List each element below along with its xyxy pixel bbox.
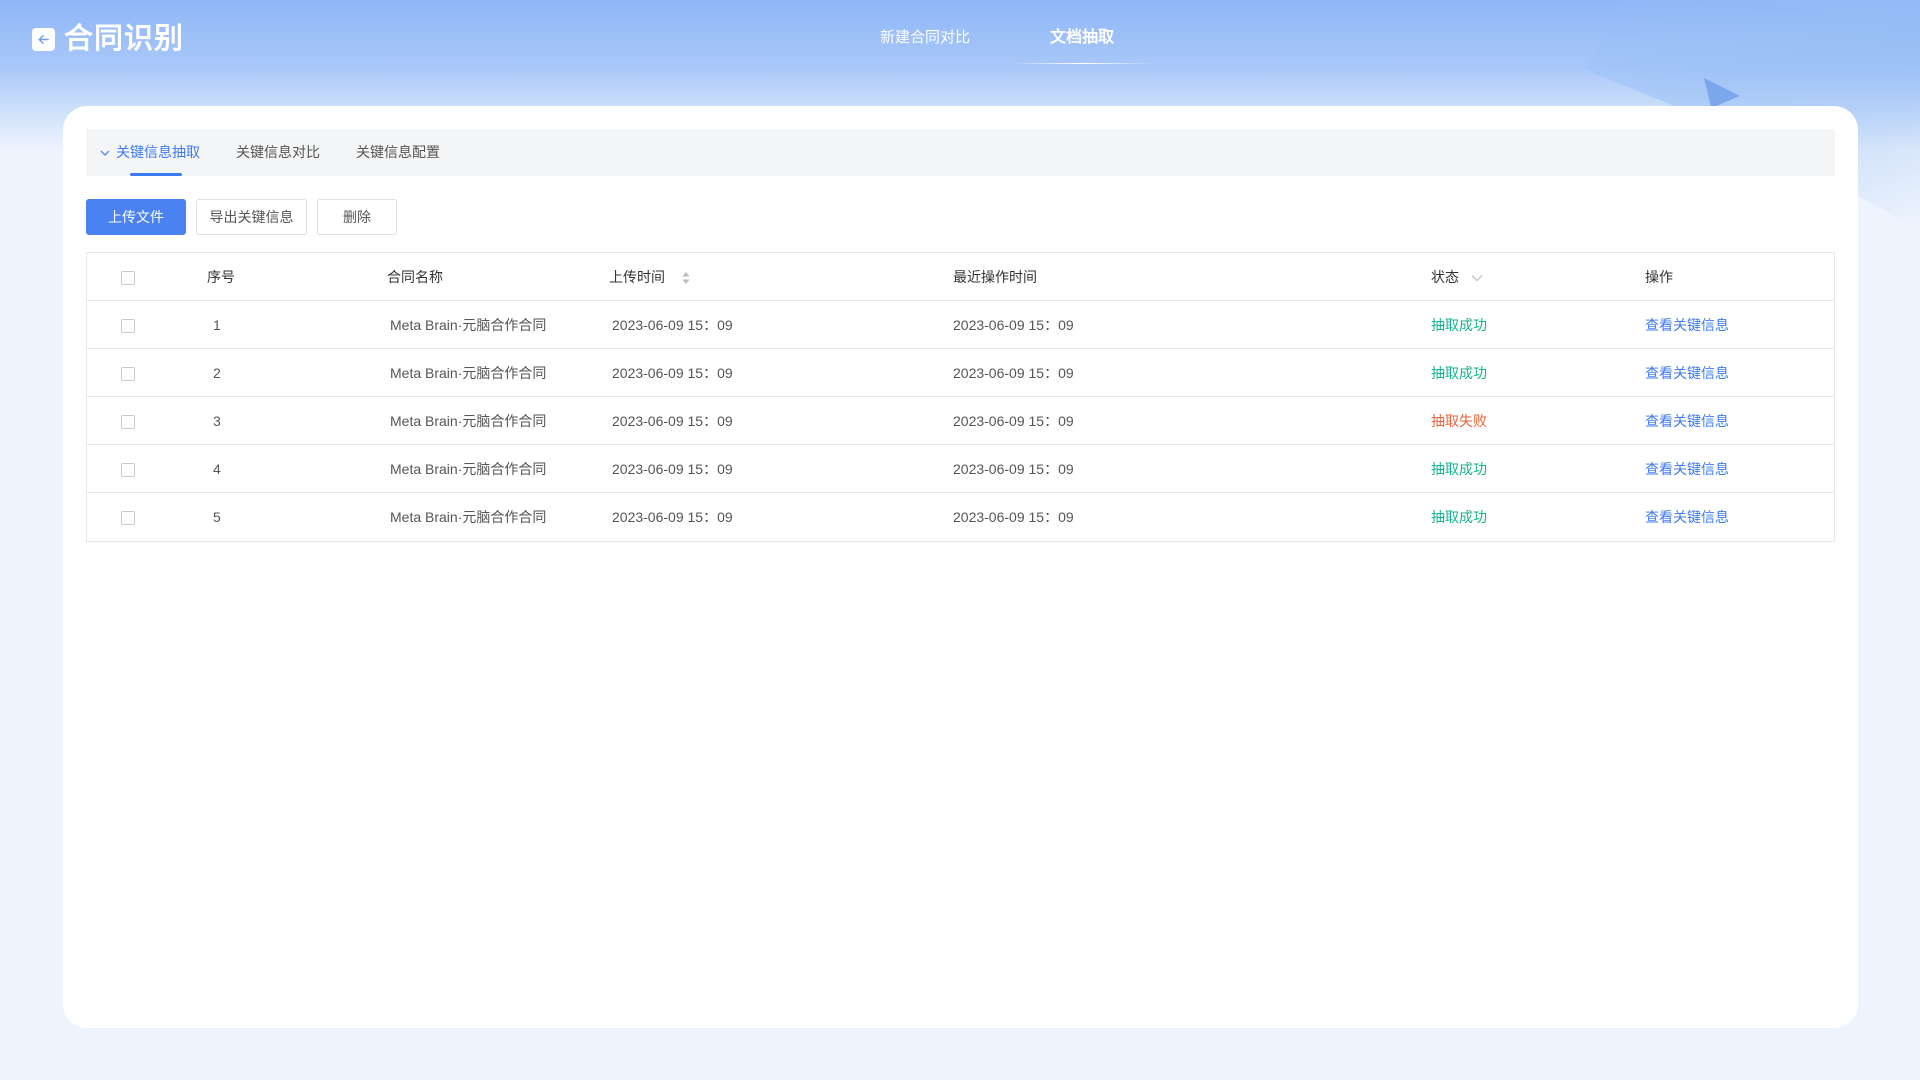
nav-document-extract[interactable]: 文档抽取 <box>1010 24 1155 64</box>
row-index: 2 <box>213 364 221 381</box>
row-last-op-time: 2023-06-09 15：09 <box>953 412 1074 429</box>
row-checkbox[interactable] <box>121 318 135 333</box>
tab-key-info-config[interactable]: 关键信息配置 <box>356 129 440 176</box>
view-key-info-link[interactable]: 查看关键信息 <box>1645 459 1834 479</box>
row-status: 抽取失败 <box>1431 412 1487 429</box>
row-checkbox[interactable] <box>121 462 135 477</box>
main-card: 关键信息抽取 关键信息对比 关键信息配置 上传文件 导出关键信息 删除 序号 合… <box>63 106 1858 1028</box>
row-last-op-time: 2023-06-09 15：09 <box>953 364 1074 381</box>
row-last-op-time: 2023-06-09 15：09 <box>953 316 1074 333</box>
row-upload-time: 2023-06-09 15：09 <box>612 460 733 477</box>
tab-label: 关键信息抽取 <box>116 144 200 160</box>
view-key-info-link[interactable]: 查看关键信息 <box>1645 315 1834 335</box>
table-row: 3 Meta Brain·元脑合作合同 2023-06-09 15：09 202… <box>87 397 1834 445</box>
row-status: 抽取成功 <box>1431 509 1487 525</box>
contract-table: 序号 合同名称 上传时间 最近操作时间 状态 操作 1 Meta Brain·元… <box>86 252 1835 542</box>
col-header-action: 操作 <box>1645 268 1673 285</box>
col-header-status[interactable]: 状态 <box>1431 267 1645 287</box>
tab-key-info-compare[interactable]: 关键信息对比 <box>236 129 320 176</box>
table-row: 4 Meta Brain·元脑合作合同 2023-06-09 15：09 202… <box>87 445 1834 493</box>
chevron-down-icon <box>100 150 110 156</box>
row-last-op-time: 2023-06-09 15：09 <box>953 509 1074 525</box>
filter-chevron-icon[interactable] <box>1471 274 1483 282</box>
row-last-op-time: 2023-06-09 15：09 <box>953 460 1074 477</box>
row-contract-name: Meta Brain·元脑合作合同 <box>390 364 547 381</box>
col-header-upload-time[interactable]: 上传时间 <box>609 267 953 287</box>
row-contract-name: Meta Brain·元脑合作合同 <box>390 412 547 429</box>
back-arrow-icon <box>38 35 49 44</box>
row-index: 5 <box>213 509 221 525</box>
select-all-checkbox[interactable] <box>121 270 135 285</box>
back-button[interactable] <box>32 28 55 51</box>
nav-new-contract-compare[interactable]: 新建合同对比 <box>840 24 1010 58</box>
row-checkbox[interactable] <box>121 511 135 526</box>
tab-key-info-extract[interactable]: 关键信息抽取 <box>98 129 200 176</box>
col-header-index: 序号 <box>207 268 235 285</box>
view-key-info-link[interactable]: 查看关键信息 <box>1645 507 1834 527</box>
table-row: 1 Meta Brain·元脑合作合同 2023-06-09 15：09 202… <box>87 301 1834 349</box>
col-header-name: 合同名称 <box>387 268 443 285</box>
row-contract-name: Meta Brain·元脑合作合同 <box>390 460 547 477</box>
table-header-row: 序号 合同名称 上传时间 最近操作时间 状态 操作 <box>87 253 1834 301</box>
top-nav: 新建合同对比 文档抽取 <box>840 24 1155 64</box>
table-row: 5 Meta Brain·元脑合作合同 2023-06-09 15：09 202… <box>87 493 1834 541</box>
col-header-upload-time-label: 上传时间 <box>609 268 665 285</box>
row-upload-time: 2023-06-09 15：09 <box>612 412 733 429</box>
view-key-info-link[interactable]: 查看关键信息 <box>1645 363 1834 383</box>
view-key-info-link[interactable]: 查看关键信息 <box>1645 411 1834 431</box>
table-row: 2 Meta Brain·元脑合作合同 2023-06-09 15：09 202… <box>87 349 1834 397</box>
row-status: 抽取成功 <box>1431 316 1487 333</box>
upload-file-button[interactable]: 上传文件 <box>86 199 186 235</box>
row-status: 抽取成功 <box>1431 364 1487 381</box>
row-contract-name: Meta Brain·元脑合作合同 <box>390 509 547 525</box>
row-status: 抽取成功 <box>1431 460 1487 477</box>
row-index: 4 <box>213 460 221 477</box>
sub-tab-bar: 关键信息抽取 关键信息对比 关键信息配置 <box>86 129 1835 176</box>
app-title: 合同识别 <box>64 23 185 55</box>
row-upload-time: 2023-06-09 15：09 <box>612 509 733 525</box>
row-checkbox[interactable] <box>121 414 135 429</box>
row-upload-time: 2023-06-09 15：09 <box>612 316 733 333</box>
row-upload-time: 2023-06-09 15：09 <box>612 364 733 381</box>
app-header: 合同识别 新建合同对比 文档抽取 <box>0 0 1920 80</box>
row-index: 3 <box>213 412 221 429</box>
row-checkbox[interactable] <box>121 366 135 381</box>
row-index: 1 <box>213 316 221 333</box>
col-header-last-op-time: 最近操作时间 <box>953 268 1037 285</box>
sort-icon[interactable] <box>681 271 691 285</box>
delete-button[interactable]: 删除 <box>317 199 397 235</box>
export-key-info-button[interactable]: 导出关键信息 <box>196 199 307 235</box>
col-header-status-label: 状态 <box>1431 268 1459 285</box>
toolbar: 上传文件 导出关键信息 删除 <box>86 199 397 235</box>
row-contract-name: Meta Brain·元脑合作合同 <box>390 316 547 333</box>
